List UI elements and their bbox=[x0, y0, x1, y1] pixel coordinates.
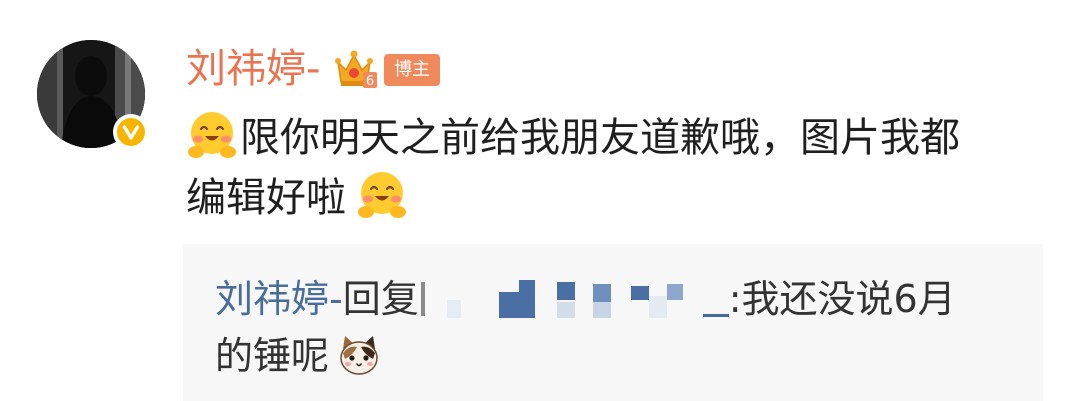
smiley-hug-emoji bbox=[358, 172, 406, 218]
comment-text: 限你明天之前给我朋友道歉哦，图片我都 编辑好啦 bbox=[186, 108, 1046, 228]
crown-level: 6 bbox=[366, 74, 374, 89]
redacted-username bbox=[419, 276, 729, 322]
reply-line: 的锤呢 bbox=[215, 326, 381, 386]
comment-text-line2: 编辑好啦 bbox=[186, 175, 346, 221]
reply-quote[interactable]: 刘祎婷-回复 :我还没说6月 的锤呢 bbox=[183, 244, 1043, 401]
role-badge: 博主 bbox=[384, 54, 440, 86]
reply-line: 刘祎婷-回复 :我还没说6月 bbox=[215, 274, 956, 324]
smiley-hug-emoji bbox=[188, 112, 236, 158]
reply-verb: 回复 bbox=[342, 277, 419, 321]
comment-text-line1: 限你明天之前给我朋友道歉哦，图片我都 bbox=[240, 115, 960, 161]
crown-icon: 6 bbox=[335, 48, 379, 90]
reply-text-line1: :我还没说6月 bbox=[728, 277, 956, 321]
comment-author[interactable]: 刘祎婷- bbox=[186, 44, 320, 94]
reply-author[interactable]: 刘祎婷- bbox=[215, 277, 343, 321]
comment-item: 刘祎婷- 6 博主 限你明天之前给我朋友道歉哦，图片我都 编辑好啦 刘祎婷-回复… bbox=[0, 0, 1080, 401]
reply-text-line2: 的锤呢 bbox=[215, 334, 330, 378]
verified-icon bbox=[113, 114, 149, 150]
cat-emoji bbox=[340, 336, 378, 375]
